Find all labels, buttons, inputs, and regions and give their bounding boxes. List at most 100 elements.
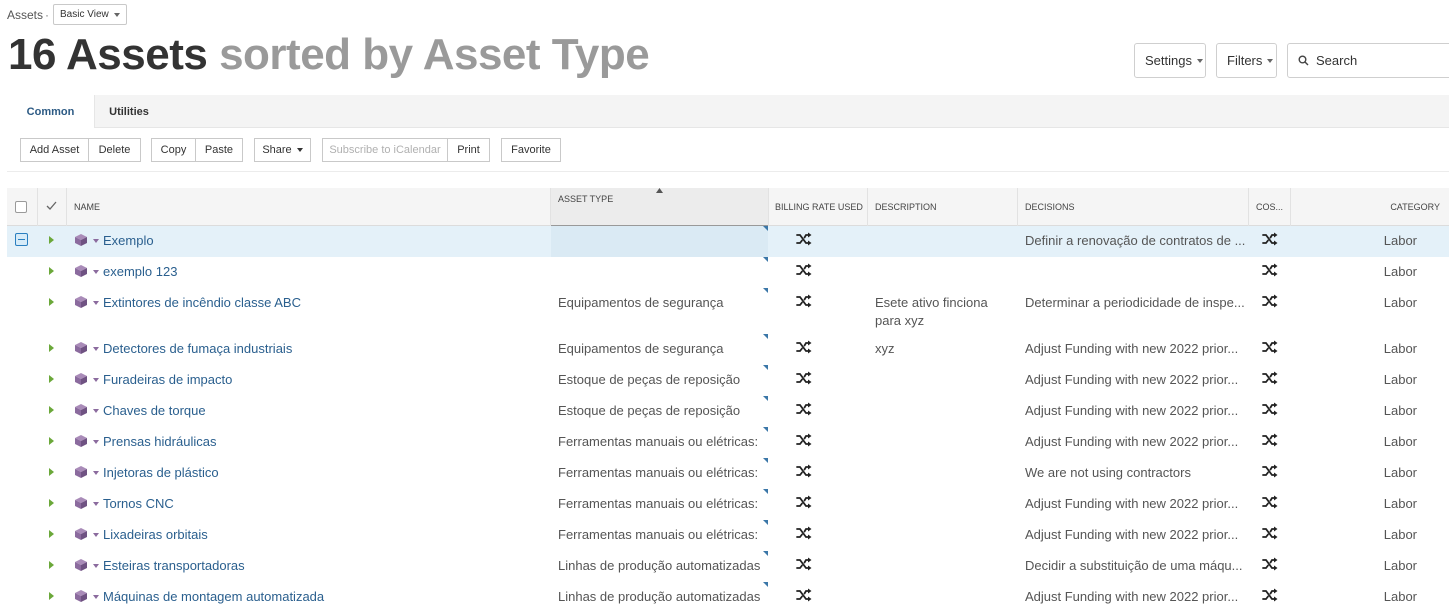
copy-button[interactable]: Copy — [151, 138, 196, 162]
row-menu-chevron-icon[interactable] — [93, 409, 99, 413]
shuffle-icon[interactable] — [1262, 526, 1278, 543]
shuffle-icon[interactable] — [1262, 263, 1278, 280]
filters-button[interactable]: Filters — [1216, 43, 1277, 78]
expand-row-icon[interactable] — [49, 344, 54, 352]
table-row[interactable]: Máquinas de montagem automatizada Linhas … — [7, 582, 1449, 613]
expand-row-icon[interactable] — [49, 561, 54, 569]
asset-type-cell[interactable]: Estoque de peças de reposição — [551, 365, 768, 396]
asset-type-cell[interactable]: Ferramentas manuais ou elétricas: — [551, 427, 768, 458]
shuffle-icon[interactable] — [1262, 495, 1278, 512]
column-category[interactable]: CATEGORY — [1297, 188, 1440, 226]
asset-type-cell[interactable]: Estoque de peças de reposição — [551, 396, 768, 427]
asset-name-link[interactable]: Detectores de fumaça industriais — [103, 340, 543, 358]
tab-common[interactable]: Common — [7, 95, 95, 128]
table-row[interactable]: Detectores de fumaça industriais Equipame… — [7, 334, 1449, 365]
table-row[interactable]: Chaves de torque Estoque de peças de repo… — [7, 396, 1449, 427]
asset-name-link[interactable]: exemplo 123 — [103, 263, 543, 281]
print-button[interactable]: Print — [447, 138, 490, 162]
row-menu-chevron-icon[interactable] — [93, 471, 99, 475]
row-menu-chevron-icon[interactable] — [93, 440, 99, 444]
share-button[interactable]: Share — [254, 138, 311, 162]
asset-type-cell[interactable]: Ferramentas manuais ou elétricas: — [551, 489, 768, 520]
asset-type-cell[interactable]: Equipamentos de segurança — [551, 334, 768, 365]
column-cost[interactable]: COS... — [1256, 188, 1288, 226]
shuffle-icon[interactable] — [1262, 371, 1278, 388]
search-input[interactable]: Search — [1287, 43, 1449, 78]
asset-name-link[interactable]: Máquinas de montagem automatizada — [103, 588, 543, 606]
asset-type-cell[interactable]: Linhas de produção automatizadas — [551, 582, 768, 613]
shuffle-icon[interactable] — [796, 588, 812, 605]
checkmark-icon[interactable] — [46, 201, 57, 211]
shuffle-icon[interactable] — [796, 402, 812, 419]
shuffle-icon[interactable] — [1262, 588, 1278, 605]
row-menu-chevron-icon[interactable] — [93, 533, 99, 537]
expand-row-icon[interactable] — [49, 406, 54, 414]
table-row[interactable]: Lixadeiras orbitais Ferramentas manuais o… — [7, 520, 1449, 551]
column-name[interactable]: NAME — [74, 188, 544, 226]
asset-type-cell[interactable]: Equipamentos de segurança — [551, 288, 768, 334]
shuffle-icon[interactable] — [796, 371, 812, 388]
table-row[interactable]: Prensas hidráulicas Ferramentas manuais o… — [7, 427, 1449, 458]
row-menu-chevron-icon[interactable] — [93, 502, 99, 506]
add-asset-button[interactable]: Add Asset — [20, 138, 89, 162]
settings-button[interactable]: Settings — [1134, 43, 1206, 78]
asset-name-link[interactable]: Lixadeiras orbitais — [103, 526, 543, 544]
shuffle-icon[interactable] — [1262, 294, 1278, 311]
table-row[interactable]: Esteiras transportadoras Linhas de produç… — [7, 551, 1449, 582]
shuffle-icon[interactable] — [796, 464, 812, 481]
column-decisions[interactable]: DECISIONS — [1025, 188, 1245, 226]
asset-type-cell[interactable]: Ferramentas manuais ou elétricas: — [551, 458, 768, 489]
shuffle-icon[interactable] — [1262, 402, 1278, 419]
expand-row-icon[interactable] — [49, 375, 54, 383]
asset-name-link[interactable]: Exemplo — [103, 232, 543, 250]
asset-name-link[interactable]: Injetoras de plástico — [103, 464, 543, 482]
table-row[interactable]: Tornos CNC Ferramentas manuais ou elétric… — [7, 489, 1449, 520]
asset-name-link[interactable]: Tornos CNC — [103, 495, 543, 513]
row-menu-chevron-icon[interactable] — [93, 239, 99, 243]
subscribe-icalendar-button[interactable]: Subscribe to iCalendar — [322, 138, 448, 162]
asset-type-cell[interactable]: Ferramentas manuais ou elétricas: — [551, 520, 768, 551]
shuffle-icon[interactable] — [796, 526, 812, 543]
row-menu-chevron-icon[interactable] — [93, 301, 99, 305]
table-row[interactable]: exemplo 123 Labor — [7, 257, 1449, 288]
delete-button[interactable]: Delete — [88, 138, 141, 162]
table-row[interactable]: Furadeiras de impacto Estoque de peças de… — [7, 365, 1449, 396]
asset-type-cell[interactable]: Linhas de produção automatizadas — [551, 551, 768, 582]
shuffle-icon[interactable] — [1262, 464, 1278, 481]
table-row[interactable]: Extintores de incêndio classe ABC Equipam… — [7, 288, 1449, 334]
shuffle-icon[interactable] — [796, 263, 812, 280]
view-select[interactable]: Basic View — [53, 4, 127, 25]
row-select-checkbox[interactable] — [15, 233, 28, 246]
expand-row-icon[interactable] — [49, 592, 54, 600]
asset-name-link[interactable]: Chaves de torque — [103, 402, 543, 420]
row-menu-chevron-icon[interactable] — [93, 564, 99, 568]
row-menu-chevron-icon[interactable] — [93, 595, 99, 599]
asset-type-cell[interactable] — [551, 226, 768, 257]
expand-row-icon[interactable] — [49, 267, 54, 275]
expand-row-icon[interactable] — [49, 437, 54, 445]
expand-row-icon[interactable] — [49, 530, 54, 538]
shuffle-icon[interactable] — [1262, 433, 1278, 450]
select-all-checkbox[interactable] — [15, 188, 29, 226]
row-menu-chevron-icon[interactable] — [93, 270, 99, 274]
tab-utilities[interactable]: Utilities — [95, 95, 163, 128]
expand-row-icon[interactable] — [49, 499, 54, 507]
asset-name-link[interactable]: Esteiras transportadoras — [103, 557, 543, 575]
asset-name-link[interactable]: Prensas hidráulicas — [103, 433, 543, 451]
favorite-button[interactable]: Favorite — [501, 138, 561, 162]
column-description[interactable]: DESCRIPTION — [875, 188, 1015, 226]
shuffle-icon[interactable] — [796, 232, 812, 249]
row-menu-chevron-icon[interactable] — [93, 378, 99, 382]
paste-button[interactable]: Paste — [195, 138, 243, 162]
breadcrumb-root[interactable]: Assets — [7, 8, 43, 22]
column-asset-type[interactable]: ASSET TYPE — [551, 188, 768, 226]
expand-row-icon[interactable] — [49, 298, 54, 306]
asset-name-link[interactable]: Furadeiras de impacto — [103, 371, 543, 389]
row-menu-chevron-icon[interactable] — [93, 347, 99, 351]
shuffle-icon[interactable] — [1262, 340, 1278, 357]
expand-row-icon[interactable] — [49, 236, 54, 244]
table-row[interactable]: Injetoras de plástico Ferramentas manuais… — [7, 458, 1449, 489]
shuffle-icon[interactable] — [1262, 557, 1278, 574]
asset-type-cell[interactable] — [551, 257, 768, 288]
expand-row-icon[interactable] — [49, 468, 54, 476]
